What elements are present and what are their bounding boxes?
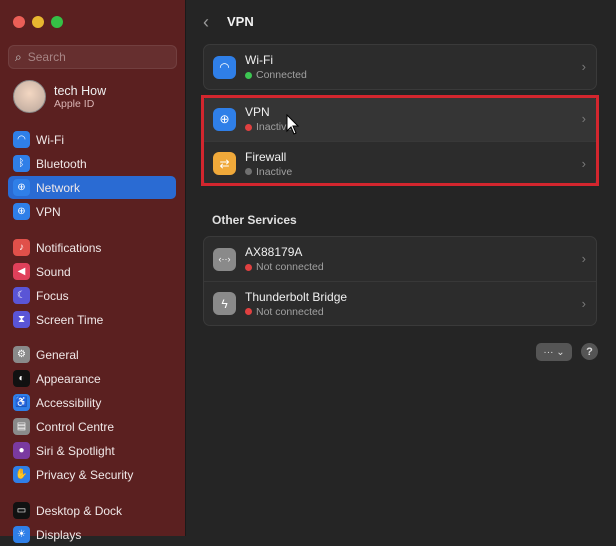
sidebar-item-wi-fi[interactable]: ◠ Wi-Fi [8,128,176,151]
page-title: VPN [227,14,254,29]
row-title: Thunderbolt Bridge [245,289,348,304]
status-dot [245,71,252,79]
back-button[interactable]: ‹ [203,12,209,33]
status-dot [245,123,252,131]
sidebar-item-label: Screen Time [36,312,104,327]
sidebar-item-screen-time[interactable]: ⧗ Screen Time [8,308,176,331]
apple-id-item[interactable]: tech How Apple ID [13,80,106,113]
thunderbolt-icon: ϟ [213,292,236,315]
user-subtitle: Apple ID [54,97,95,110]
sidebar-item-siri-spotlight[interactable]: ● Siri & Spotlight [8,439,176,462]
firewall-row[interactable]: ⇄ Firewall Inactive › [204,141,596,185]
sidebar-item-label: Focus [36,288,69,303]
sidebar-item-label: Appearance [36,371,101,386]
vpn-icon: ⊕ [13,203,30,220]
wifi-icon: ◠ [213,55,236,79]
dock-icon: ▭ [13,502,30,519]
wifi-row[interactable]: ◠ Wi-Fi Connected › [204,45,596,89]
search-input[interactable]: ⌕ Search [8,45,177,69]
sidebar-item-label: Sound [36,264,71,279]
vpn-firewall-card: ⊕ VPN Inactive › ⇄ Firewall Inactive › [203,96,597,186]
chevron-right-icon: › [581,111,586,126]
sidebar-item-displays[interactable]: ☀ Displays [8,523,176,546]
sidebar-item-label: Accessibility [36,395,102,410]
other-services-heading: Other Services [212,213,297,227]
user-name: tech How [54,83,107,98]
sidebar-item-notifications[interactable]: ♪ Notifications [8,236,176,259]
sidebar-item-label: Desktop & Dock [36,503,123,518]
status-dot [245,308,252,315]
sidebar-item-label: Bluetooth [36,156,87,171]
help-button[interactable]: ? [581,343,598,360]
bell-icon: ♪ [13,239,30,256]
search-icon: ⌕ [15,49,22,64]
wifi-card: ◠ Wi-Fi Connected › [203,44,597,90]
siri-icon: ● [13,442,30,459]
row-status: Connected [256,69,307,81]
appearance-icon: ◐ [13,370,30,387]
sidebar-item-label: Displays [36,527,82,542]
sidebar-item-vpn[interactable]: ⊕ VPN [8,200,176,223]
hand-icon: ✋ [13,466,30,483]
sun-icon: ☀ [13,526,30,543]
globe-icon: ⊕ [13,179,30,196]
control-centre-icon: ▤ [13,418,30,435]
speaker-icon: ◀ [13,263,30,280]
moon-icon: ☾ [13,287,30,304]
search-placeholder: Search [27,50,66,64]
other-services-card: ‹··› AX88179A Not connected › ϟ Thunderb… [203,236,597,326]
sidebar-item-privacy-security[interactable]: ✋ Privacy & Security [8,463,176,486]
status-dot [245,263,252,271]
chevron-right-icon: › [581,251,586,266]
sidebar-item-accessibility[interactable]: ♿ Accessibility [8,391,176,414]
sidebar: ⌕ Search tech How Apple ID ◠ Wi-Fi ᛒ Blueto… [0,0,186,543]
sidebar-item-label: Control Centre [36,419,115,434]
thunderbolt-bridge-row[interactable]: ϟ Thunderbolt Bridge Not connected › [204,281,596,325]
sidebar-item-general[interactable]: ⚙ General [8,343,176,366]
chevron-right-icon: › [581,296,586,311]
vpn-row[interactable]: ⊕ VPN Inactive › [204,97,596,141]
sidebar-item-appearance[interactable]: ◐ Appearance [8,367,176,390]
sidebar-item-bluetooth[interactable]: ᛒ Bluetooth [8,152,176,175]
bluetooth-icon: ᛒ [13,155,30,172]
sidebar-item-sound[interactable]: ◀ Sound [8,260,176,283]
firewall-shield-icon: ⇄ [213,152,236,175]
more-actions-button[interactable]: ··· ⌄ [536,343,572,361]
sidebar-item-label: Siri & Spotlight [36,443,115,458]
sidebar-item-focus[interactable]: ☾ Focus [8,284,176,307]
vpn-globe-icon: ⊕ [213,107,236,131]
minimize-window-button[interactable] [32,16,44,28]
zoom-window-button[interactable] [51,16,63,28]
ax88179a-row[interactable]: ‹··› AX88179A Not connected › [204,237,596,281]
mouse-cursor-icon [286,114,300,135]
row-title: Firewall [245,149,287,164]
gear-icon: ⚙ [13,346,30,363]
sidebar-item-label: VPN [36,204,61,219]
status-dot [245,168,252,175]
row-status: Not connected [256,261,324,273]
row-title: Wi-Fi [245,53,273,67]
main-pane: ‹ VPN ◠ Wi-Fi Connected › ⊕ VPN Inactive… [187,0,616,536]
row-status: Inactive [256,165,293,178]
row-status: Not connected [256,305,324,318]
sidebar-item-label: Privacy & Security [36,467,134,482]
sidebar-item-label: Network [36,180,81,195]
sidebar-item-desktop-dock[interactable]: ▭ Desktop & Dock [8,499,176,522]
sidebar-item-label: Notifications [36,240,102,255]
sidebar-item-label: General [36,347,79,362]
hourglass-icon: ⧗ [13,311,30,328]
accessibility-icon: ♿ [13,394,30,411]
row-title: AX88179A [245,245,303,259]
chevron-right-icon: › [581,59,586,74]
ethernet-icon: ‹··› [213,247,236,271]
sidebar-item-label: Wi-Fi [36,132,64,147]
wifi-icon: ◠ [13,131,30,148]
sidebar-item-control-centre[interactable]: ▤ Control Centre [8,415,176,438]
close-window-button[interactable] [13,16,25,28]
sidebar-item-network[interactable]: ⊕ Network [8,176,176,199]
chevron-right-icon: › [581,156,586,171]
avatar [13,80,46,113]
